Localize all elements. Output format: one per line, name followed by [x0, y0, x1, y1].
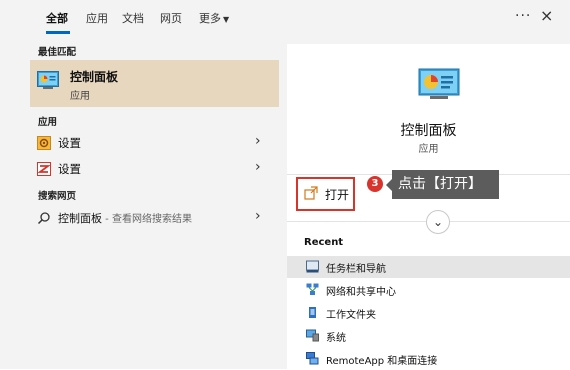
active-tab-indicator	[46, 31, 70, 34]
recent-item-label: 任务栏和导航	[326, 264, 386, 275]
detail-title: 控制面板	[400, 123, 457, 139]
search-window: 全部 应用 文档 网页 更多 ▼ ··· × 最佳匹配 控制面板 应用 应用 设…	[0, 0, 570, 369]
recent-item-label: 网络和共享中心	[326, 287, 396, 298]
detail-subtitle: 应用	[418, 144, 439, 155]
instruction-callout: 点击【打开】	[392, 170, 499, 199]
recent-item-work-folders[interactable]: 工作文件夹	[287, 302, 570, 324]
best-match-header: 最佳匹配	[38, 47, 77, 58]
system-icon	[306, 329, 319, 342]
work-folders-icon	[309, 307, 316, 318]
tab-more[interactable]: 更多 ▼	[199, 10, 229, 26]
control-panel-large-icon	[418, 68, 460, 99]
recent-item-taskbar[interactable]: 任务栏和导航	[287, 256, 570, 278]
app-item-label: 设置	[58, 136, 81, 150]
control-panel-icon	[37, 71, 59, 89]
step-badge: 3	[367, 176, 383, 192]
tab-more-label: 更多	[199, 12, 221, 25]
open-button[interactable]: 打开	[296, 177, 355, 211]
web-search-suffix: - 查看网络搜索结果	[102, 214, 192, 225]
open-icon	[304, 186, 318, 200]
web-search-header: 搜索网页	[38, 191, 77, 202]
tab-all[interactable]: 全部	[46, 10, 68, 26]
tab-apps[interactable]: 应用	[86, 10, 108, 26]
apps-header: 应用	[38, 117, 58, 128]
close-icon[interactable]: ×	[540, 6, 553, 25]
best-match-title: 控制面板	[70, 70, 119, 84]
web-search-query: 控制面板	[58, 212, 102, 225]
app-item-settings-2[interactable]: 设置 ›	[30, 157, 279, 181]
settings-alt-icon	[37, 162, 51, 176]
recent-item-system[interactable]: 系统	[287, 325, 570, 347]
recent-item-network[interactable]: 网络和共享中心	[287, 279, 570, 301]
best-match-subtitle: 应用	[70, 91, 90, 102]
chevron-down-icon: ▼	[223, 15, 230, 24]
tab-web[interactable]: 网页	[160, 10, 182, 26]
app-item-label: 设置	[58, 162, 81, 176]
tab-documents[interactable]: 文档	[122, 10, 144, 26]
network-icon	[306, 283, 319, 295]
taskbar-icon	[306, 260, 319, 273]
search-icon	[37, 212, 50, 225]
settings-gear-icon	[37, 136, 51, 150]
recent-item-label: 工作文件夹	[326, 310, 376, 321]
chevron-right-icon[interactable]: ›	[255, 208, 261, 224]
recent-header: Recent	[304, 237, 344, 248]
web-search-item[interactable]: 控制面板 - 查看网络搜索结果 ›	[30, 206, 279, 230]
web-search-text: 控制面板 - 查看网络搜索结果	[58, 210, 192, 226]
recent-item-remoteapp[interactable]: RemoteApp 和桌面连接	[287, 348, 570, 370]
recent-item-label: RemoteApp 和桌面连接	[326, 356, 438, 367]
open-button-label: 打开	[325, 188, 350, 202]
more-options-icon[interactable]: ···	[515, 8, 531, 24]
recent-item-label: 系统	[326, 333, 346, 344]
chevron-right-icon[interactable]: ›	[255, 159, 261, 175]
detail-pane: 控制面板 应用 打开 3 点击【打开】 ⌄ Recent 任务栏和导航 网络和共…	[287, 44, 570, 369]
best-match-item[interactable]: 控制面板 应用	[30, 60, 279, 107]
search-tab-bar: 全部 应用 文档 网页 更多 ▼ ··· ×	[0, 0, 570, 36]
chevron-right-icon[interactable]: ›	[255, 133, 261, 149]
expand-chevron-icon[interactable]: ⌄	[426, 210, 450, 234]
remoteapp-icon	[306, 352, 319, 365]
app-item-settings[interactable]: 设置 ›	[30, 131, 279, 155]
results-pane: 最佳匹配 控制面板 应用 应用 设置 › 设置 › 搜索网页 控制面板 - 查看…	[0, 36, 287, 369]
